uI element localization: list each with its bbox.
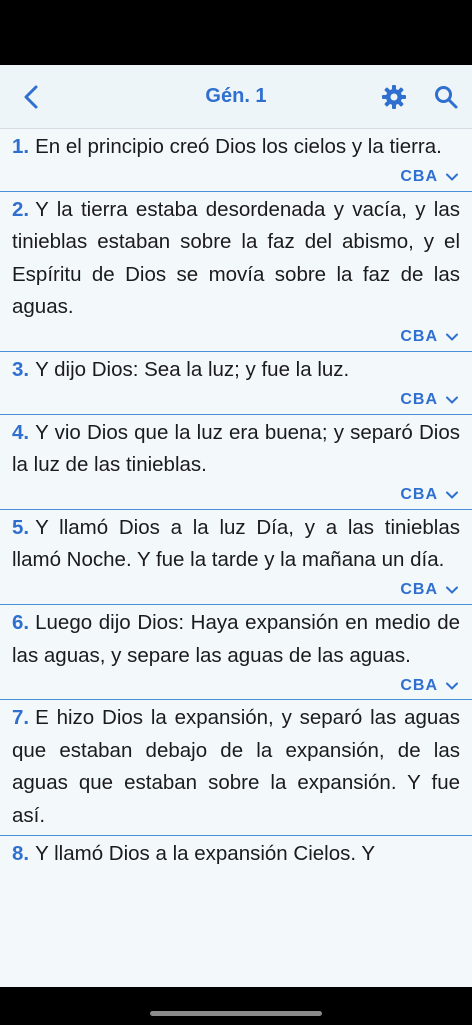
version-label: CBA <box>400 168 438 186</box>
verse-5: 5. Y llamó Dios a la luz Día, y a las tin… <box>0 510 472 605</box>
version-dropdown[interactable]: CBA <box>12 324 460 351</box>
verse-6: 6. Luego dijo Dios: Haya expansión en med… <box>0 605 472 701</box>
verse-list[interactable]: 1. En el principio creó Dios los cielos y… <box>0 129 472 987</box>
verse-number: 1. <box>12 135 30 158</box>
version-dropdown[interactable]: CBA <box>12 672 460 699</box>
verse-content: Y la tierra estaba desordenada y vacía, … <box>12 197 460 319</box>
verse-content: Y llamó Dios a la luz Día, y a las tinie… <box>12 515 460 572</box>
chevron-down-icon <box>446 682 458 690</box>
verse-2: 2. Y la tierra estaba desordenada y vacía… <box>0 192 472 352</box>
verse-number: 2. <box>12 197 30 221</box>
status-bar <box>0 0 472 65</box>
verse-number: 4. <box>12 420 30 444</box>
version-dropdown[interactable]: CBA <box>12 577 460 604</box>
verse-number: 7. <box>12 706 30 730</box>
verse-content: En el principio creó Dios los cielos y l… <box>35 135 442 158</box>
version-label: CBA <box>400 328 438 346</box>
verse-content: Y dijo Dios: Sea la luz; y fue la luz. <box>35 357 350 381</box>
home-area <box>0 987 472 1025</box>
verse-7: 7. E hizo Dios la expansión, y separó las… <box>0 700 472 836</box>
verse-text[interactable]: 8. Y llamó Dios a la expansión Cielos. Y <box>12 836 460 871</box>
search-icon[interactable] <box>432 83 460 111</box>
home-indicator[interactable] <box>150 1011 322 1016</box>
verse-4: 4. Y vio Dios que la luz era buena; y sep… <box>0 415 472 510</box>
chevron-down-icon <box>446 491 458 500</box>
version-dropdown[interactable]: CBA <box>12 482 460 509</box>
version-label: CBA <box>400 391 438 409</box>
verse-text[interactable]: 1. En el principio creó Dios los cielos y… <box>12 129 460 164</box>
verse-text[interactable]: 2. Y la tierra estaba desordenada y vacía… <box>12 192 460 324</box>
verse-3: 3. Y dijo Dios: Sea la luz; y fue la luz.… <box>0 352 472 415</box>
verse-content: Y llamó Dios a la expansión Cielos. Y <box>35 841 376 865</box>
verse-text[interactable]: 4. Y vio Dios que la luz era buena; y sep… <box>12 415 460 482</box>
chevron-down-icon <box>446 586 458 595</box>
version-dropdown[interactable]: CBA <box>12 387 460 414</box>
verse-content: Y vio Dios que la luz era buena; y separ… <box>12 420 460 477</box>
chevron-down-icon <box>446 396 458 404</box>
version-label: CBA <box>400 676 438 694</box>
verse-text[interactable]: 5. Y llamó Dios a la luz Día, y a las tin… <box>12 510 460 577</box>
verse-text[interactable]: 3. Y dijo Dios: Sea la luz; y fue la luz. <box>12 352 460 387</box>
version-label: CBA <box>400 581 438 599</box>
verse-8: 8. Y llamó Dios a la expansión Cielos. Y <box>0 836 472 871</box>
chevron-down-icon <box>446 173 458 182</box>
verse-number: 8. <box>12 841 30 865</box>
verse-text[interactable]: 6. Luego dijo Dios: Haya expansión en med… <box>12 605 460 672</box>
verse-number: 3. <box>12 357 30 381</box>
verse-content: E hizo Dios la expansión, y separó las a… <box>12 706 460 827</box>
verse-1: 1. En el principio creó Dios los cielos y… <box>0 129 472 192</box>
nav-bar: Gén. 1 <box>0 65 472 129</box>
verse-number: 5. <box>12 515 30 539</box>
gear-icon[interactable] <box>380 83 408 111</box>
version-dropdown[interactable]: CBA <box>12 164 460 191</box>
version-label: CBA <box>400 486 438 504</box>
verse-content: Luego dijo Dios: Haya expansión en medio… <box>12 610 460 667</box>
chevron-down-icon <box>446 333 458 342</box>
verse-text[interactable]: 7. E hizo Dios la expansión, y separó las… <box>12 700 460 834</box>
verse-number: 6. <box>12 610 30 634</box>
